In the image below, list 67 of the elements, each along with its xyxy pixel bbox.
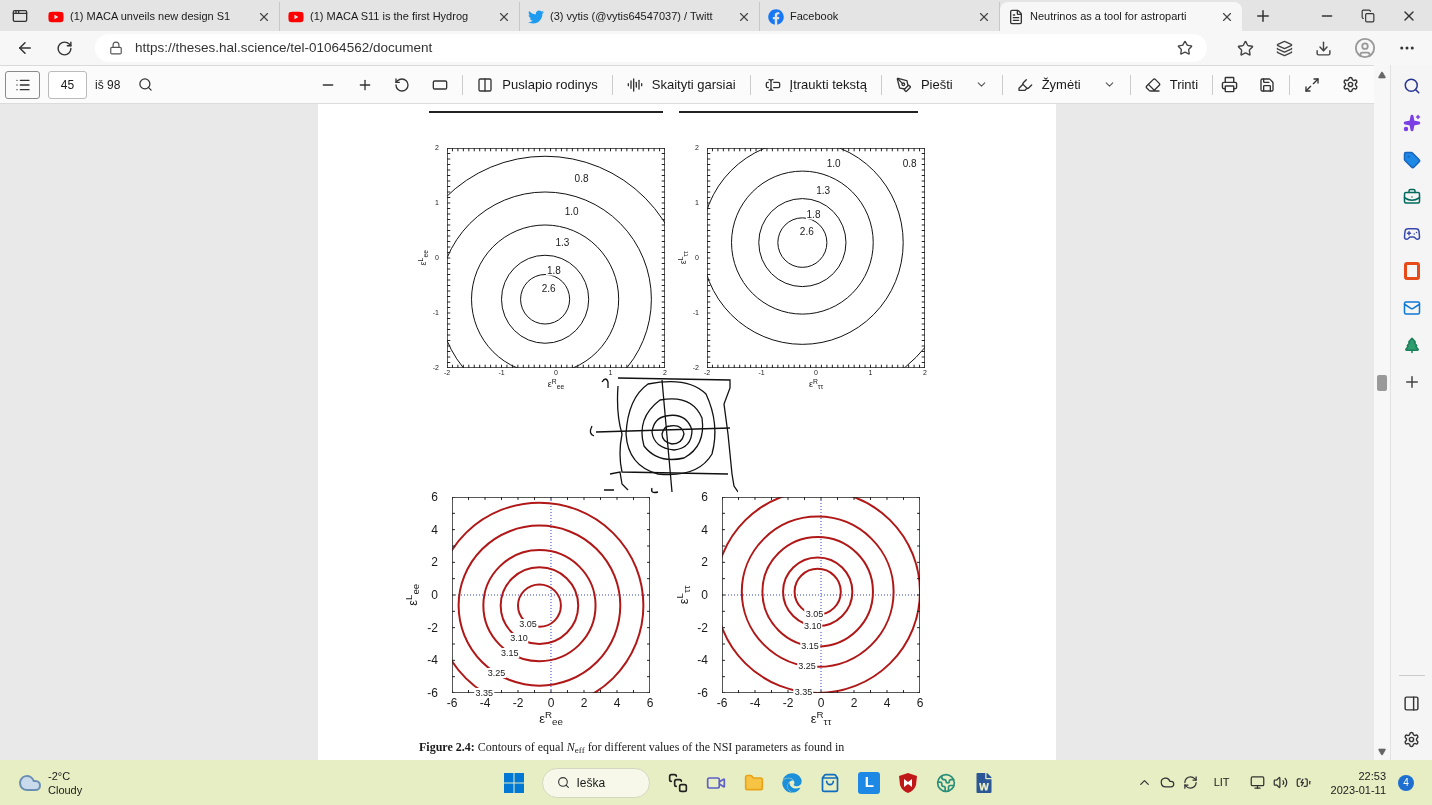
figure-caption: Figure 2.4: Contours of equal N$_{eff}$ for different values of the NSI parameters as found in xyxy=(419,739,845,756)
contour-label: 1.8 xyxy=(546,264,562,276)
y-tick-label: -4 xyxy=(427,653,438,668)
contour-label: 3.05 xyxy=(518,618,538,629)
x-tick-label: -2 xyxy=(511,696,525,710)
address-field[interactable]: https://theses.hal.science/tel-01064562/document xyxy=(95,34,1207,62)
contour-label: 0.8 xyxy=(901,157,918,169)
x-tick-label: -6 xyxy=(715,696,729,710)
contour-label: 3.15 xyxy=(499,647,520,658)
x-tick-label: 4 xyxy=(612,696,622,710)
toolbar-button[interactable]: Piešti xyxy=(895,70,953,99)
x-tick-label: 2 xyxy=(849,696,859,710)
y-tick-label: -6 xyxy=(427,685,438,700)
x-tick-label: -4 xyxy=(478,696,492,710)
clock-date[interactable]: 2023-01-11 xyxy=(1330,782,1386,797)
contour-label: 3.35 xyxy=(474,687,495,698)
x-tick-label: 6 xyxy=(645,696,655,710)
y-tick-label: -4 xyxy=(697,653,708,668)
y-tick-label: 0 xyxy=(701,587,708,602)
x-tick-label: 2 xyxy=(579,696,589,710)
contour-label: 2.6 xyxy=(540,282,557,293)
toolbar-button[interactable]: Trinti xyxy=(1144,70,1199,99)
toolbar-button[interactable]: Skaityti garsiai xyxy=(626,70,736,99)
y-tick-label: 6 xyxy=(701,490,708,504)
y-tick-label: 2 xyxy=(431,555,438,570)
y-tick-label: 2 xyxy=(701,555,708,570)
page-number-field[interactable]: 45 xyxy=(48,70,87,99)
toolbar-button[interactable]: Žymėti xyxy=(1016,70,1081,99)
weather-condition: Cloudy xyxy=(48,782,83,797)
contour-label: 0.8 xyxy=(573,172,590,184)
x-tick-label: -2 xyxy=(781,696,795,710)
contour-label: 3.35 xyxy=(793,687,814,697)
contour-label: 1.0 xyxy=(825,157,842,169)
y-tick-label: -2 xyxy=(427,620,438,635)
contour-label: 3.05 xyxy=(804,609,825,620)
y-tick-label: -2 xyxy=(697,620,708,635)
app-tile-icon[interactable]: L xyxy=(858,771,881,794)
contour-label: 3.25 xyxy=(486,668,507,679)
contour-label: 1.3 xyxy=(815,184,832,196)
x-tick-label: 0 xyxy=(546,696,556,710)
x-tick-label: 6 xyxy=(915,696,925,710)
x-tick-label: -6 xyxy=(445,696,459,710)
x-tick-label: 0 xyxy=(816,696,826,710)
taskbar-search-field[interactable]: Ieška xyxy=(542,767,651,798)
y-tick-label: -6 xyxy=(697,685,708,700)
y-tick-label: 4 xyxy=(701,522,708,537)
y-tick-label: 4 xyxy=(431,522,438,537)
browser-tab[interactable]: Neutrinos as a tool for astroparti xyxy=(1000,2,1242,31)
x-tick-label: -4 xyxy=(748,696,762,710)
clock-time[interactable]: 22:53 xyxy=(1358,768,1386,783)
notification-badge[interactable]: 4 xyxy=(1398,774,1414,791)
contour-label: 2.6 xyxy=(798,225,815,237)
language-indicator[interactable]: LIT xyxy=(1213,774,1230,791)
contour-label: 1.3 xyxy=(554,236,571,248)
contour-label: 1.0 xyxy=(563,205,580,217)
page-count: iš 98 xyxy=(95,76,121,94)
contour-label: 3.10 xyxy=(803,620,823,631)
toolbar-button[interactable]: Įtraukti tekstą xyxy=(764,70,867,99)
y-tick-label: 0 xyxy=(431,587,438,602)
contour-label: 3.25 xyxy=(797,661,817,672)
contour-label: 3.15 xyxy=(800,640,820,651)
contour-label: 3.10 xyxy=(509,633,529,644)
y-tick-label: 6 xyxy=(431,490,438,504)
toolbar-button[interactable]: Puslapio rodinys xyxy=(477,70,598,99)
contour-label: 1.8 xyxy=(805,208,822,220)
temperature: -2°C xyxy=(48,768,72,783)
x-tick-label: 4 xyxy=(882,696,892,710)
